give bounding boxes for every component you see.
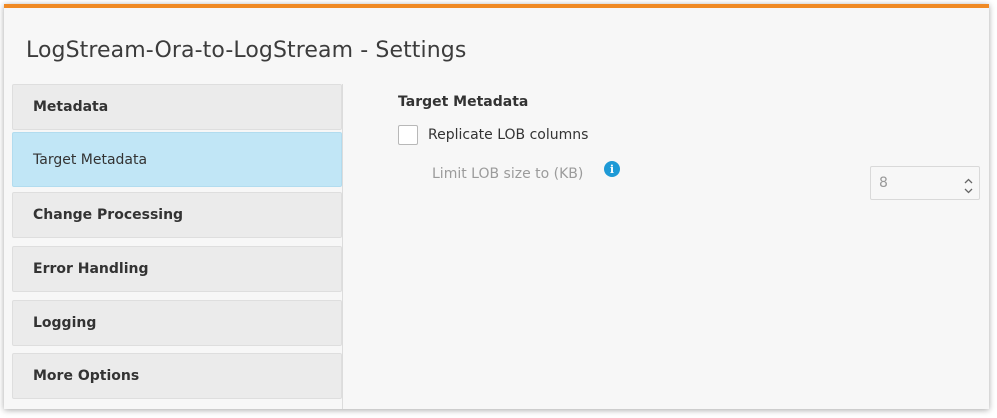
sidebar-item-label: Error Handling [33,261,149,277]
sidebar-item-change-processing[interactable]: Change Processing [12,192,342,238]
settings-sidebar: Metadata Target Metadata Change Processi… [12,84,343,409]
chevron-down-icon[interactable] [962,186,974,196]
dialog-title: LogStream-Ora-to-LogStream - Settings [26,38,467,63]
sidebar-item-label: More Options [33,368,140,384]
sidebar-item-target-metadata[interactable]: Target Metadata [12,132,342,187]
sidebar-item-label: Metadata [33,99,109,115]
sidebar-item-error-handling[interactable]: Error Handling [12,246,342,292]
settings-content: Target Metadata Replicate LOB columns Li… [390,92,980,392]
replicate-lob-checkbox[interactable] [398,125,418,145]
info-icon[interactable]: i [604,161,620,177]
limit-lob-size-value: 8 [879,175,888,191]
replicate-lob-label[interactable]: Replicate LOB columns [428,127,588,143]
settings-dialog: LogStream-Ora-to-LogStream - Settings Me… [4,4,989,409]
sidebar-item-logging[interactable]: Logging [12,300,342,346]
section-title: Target Metadata [398,94,529,110]
sidebar-item-label: Logging [33,315,97,331]
chevron-up-icon[interactable] [962,176,974,186]
limit-lob-size-input[interactable]: 8 [870,166,980,200]
sidebar-item-label: Change Processing [33,207,184,223]
limit-lob-label: Limit LOB size to (KB) [432,166,584,182]
sidebar-item-more-options[interactable]: More Options [12,353,342,399]
sidebar-item-metadata[interactable]: Metadata [12,84,342,130]
sidebar-item-label: Target Metadata [33,151,148,168]
